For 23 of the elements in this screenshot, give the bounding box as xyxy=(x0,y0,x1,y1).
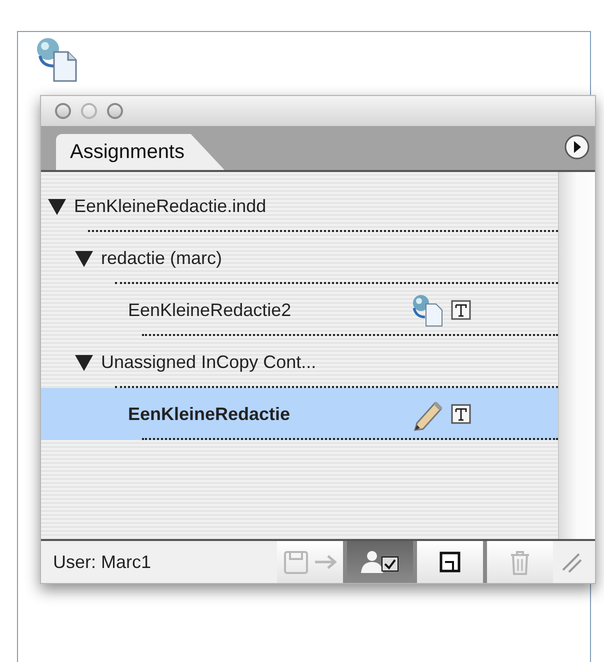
assignment-row[interactable]: EenKleineRedactie2 xyxy=(41,284,558,336)
expanded-triangle-icon[interactable] xyxy=(74,352,94,372)
expanded-triangle-icon[interactable] xyxy=(47,196,67,216)
assignment-row[interactable]: EenKleineRedactie xyxy=(41,388,558,440)
panel-menu-button[interactable] xyxy=(564,134,590,160)
close-button[interactable] xyxy=(55,103,71,119)
text-frame-icon xyxy=(451,300,471,320)
item-label: Unassigned InCopy Cont... xyxy=(101,350,316,374)
new-assignment-button[interactable] xyxy=(417,541,483,583)
text-frame-icon xyxy=(451,404,471,424)
group-row[interactable]: EenKleineRedactie.indd xyxy=(41,180,558,232)
linked-document-icon xyxy=(34,36,80,82)
item-label: EenKleineRedactie.indd xyxy=(74,194,266,218)
item-label: EenKleineRedactie xyxy=(128,402,290,426)
expanded-triangle-icon[interactable] xyxy=(74,248,94,268)
assignments-tab[interactable]: Assignments xyxy=(56,134,224,170)
item-label: redactie (marc) xyxy=(101,246,222,270)
disk-arrow-icon xyxy=(281,549,339,575)
user-label: User: Marc1 xyxy=(52,550,152,574)
new-page-icon xyxy=(437,549,463,575)
linked-document-icon xyxy=(411,293,445,327)
zoom-button[interactable] xyxy=(107,103,123,119)
item-label: EenKleineRedactie2 xyxy=(128,298,292,322)
